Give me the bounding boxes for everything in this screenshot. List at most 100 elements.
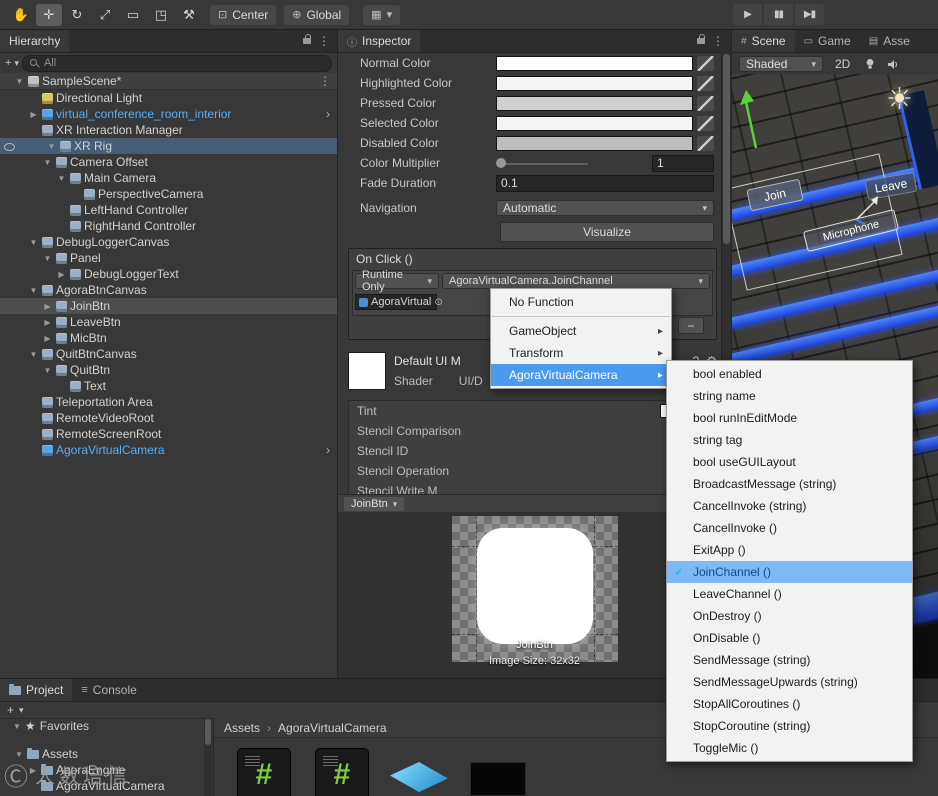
hierarchy-row[interactable]: RightHand Controller	[0, 218, 337, 234]
tab-console[interactable]: ≡ Console	[72, 679, 145, 701]
foldout-arrow-icon[interactable]: ▼	[42, 366, 53, 375]
submenu-item[interactable]: ✓ StopCoroutine (string)	[667, 715, 912, 737]
submenu-item[interactable]: ✓ SendMessageUpwards (string)	[667, 671, 912, 693]
submenu-item[interactable]: ✓ OnDestroy ()	[667, 605, 912, 627]
breadcrumb-root[interactable]: Assets	[224, 721, 260, 735]
hierarchy-row[interactable]: PerspectiveCamera	[0, 186, 337, 202]
foldout-arrow-icon[interactable]: ▶	[42, 318, 53, 327]
tool-button[interactable]: ◳	[148, 4, 174, 26]
submenu-item[interactable]: ✓ bool runInEditMode	[667, 407, 912, 429]
foldout-arrow-icon[interactable]: ▼	[42, 254, 53, 263]
submenu-item[interactable]: ✓ BroadcastMessage (string)	[667, 473, 912, 495]
remove-event-button[interactable]: −	[678, 317, 704, 334]
tool-button[interactable]: ⚒	[176, 4, 202, 26]
hierarchy-row[interactable]: ▼ XR Rig	[0, 138, 337, 154]
submenu-item[interactable]: ✓ LeaveChannel ()	[667, 583, 912, 605]
slider[interactable]	[496, 156, 648, 171]
foldout-arrow-icon[interactable]: ▼	[28, 286, 39, 295]
step-button[interactable]: ▶▮	[795, 4, 824, 25]
menu-item[interactable]: GameObject	[491, 320, 671, 342]
event-function-dropdown[interactable]: AgoraVirtualCamera.JoinChannel ▾	[442, 273, 710, 289]
hierarchy-row[interactable]: XR Interaction Manager	[0, 122, 337, 138]
play-button[interactable]: ▶	[733, 4, 762, 25]
asset-item[interactable]: #	[310, 746, 374, 796]
foldout-arrow-icon[interactable]: ▼	[28, 350, 39, 359]
hierarchy-row[interactable]: ▼ QuitBtn	[0, 362, 337, 378]
hierarchy-row[interactable]: ▶ virtual_conference_room_interior ›	[0, 106, 337, 122]
pause-button[interactable]: ▮▮	[764, 4, 793, 25]
tool-button[interactable]: ▭	[120, 4, 146, 26]
hierarchy-row[interactable]: ▼ Panel	[0, 250, 337, 266]
event-target-object-field[interactable]: AgoraVirtual ⊙	[355, 294, 443, 310]
submenu-item[interactable]: ✓ CancelInvoke (string)	[667, 495, 912, 517]
folder-row[interactable]: ▼ Assets	[0, 746, 205, 762]
submenu-item[interactable]: ✓ bool useGUILayout	[667, 451, 912, 473]
hierarchy-row[interactable]: LeftHand Controller	[0, 202, 337, 218]
color-swatch[interactable]	[496, 95, 693, 111]
tool-button[interactable]: ↻	[64, 4, 90, 26]
color-swatch[interactable]	[496, 75, 693, 91]
tool-button[interactable]: ✋	[8, 4, 34, 26]
text-input[interactable]: 0.1	[496, 174, 714, 192]
grid-snapping-button[interactable]: ▦ ▾	[363, 4, 401, 25]
menu-item[interactable]: AgoraVirtualCamera	[491, 364, 671, 386]
hierarchy-row[interactable]: ▼ Main Camera	[0, 170, 337, 186]
directional-light-gizmo-icon[interactable]: ☀	[886, 82, 913, 117]
menu-item-no-function[interactable]: No Function	[491, 291, 671, 313]
hierarchy-row[interactable]: Text	[0, 378, 337, 394]
tab-asset-store[interactable]: ▤ Asse	[860, 30, 919, 52]
folder-row[interactable]: AgoraVirtualCamera	[0, 778, 205, 794]
audio-toggle-button[interactable]	[885, 56, 901, 72]
hierarchy-row[interactable]: ▼ QuitBtnCanvas	[0, 346, 337, 362]
hierarchy-row[interactable]: ▼ SampleScene*	[0, 73, 337, 90]
hierarchy-row[interactable]: RemoteScreenRoot	[0, 426, 337, 442]
material-thumbnail[interactable]	[348, 352, 386, 390]
tool-button[interactable]: ✛	[36, 3, 62, 26]
hierarchy-row[interactable]: ▶ LeaveBtn	[0, 314, 337, 330]
hierarchy-row[interactable]: Teleportation Area	[0, 394, 337, 410]
hierarchy-search-input[interactable]: All	[21, 54, 332, 72]
chevron-down-icon[interactable]: ▾	[14, 58, 19, 69]
tab-scene[interactable]: # Scene	[732, 30, 795, 52]
submenu-item[interactable]: ✓ ExitApp ()	[667, 539, 912, 561]
submenu-item[interactable]: ✓ StopAllCoroutines ()	[667, 693, 912, 715]
submenu-item[interactable]: ✓ string name	[667, 385, 912, 407]
space-toggle-button[interactable]: ⊕ Global	[284, 4, 350, 25]
add-gameobject-button[interactable]: +	[5, 57, 11, 69]
scrollbar-thumb[interactable]	[723, 54, 730, 244]
foldout-arrow-icon[interactable]: ▼	[56, 174, 67, 183]
hierarchy-row[interactable]: ▶ JoinBtn	[0, 298, 337, 314]
object-picker-icon[interactable]: ⊙	[434, 297, 442, 308]
visualize-button[interactable]: Visualize	[500, 222, 714, 242]
project-tree-scrollbar[interactable]	[204, 718, 212, 796]
favorites-section[interactable]: ▼ ★ Favorites	[0, 718, 205, 734]
foldout-arrow-icon[interactable]: ▼	[46, 142, 57, 151]
preview-object-dropdown[interactable]: JoinBtn ▾	[344, 497, 405, 511]
prefab-open-arrow-icon[interactable]: ›	[326, 107, 330, 121]
eyedropper-icon[interactable]	[697, 135, 714, 151]
y-axis-gizmo-arrow[interactable]	[738, 88, 768, 152]
foldout-arrow-icon[interactable]: ▼	[14, 750, 24, 759]
submenu-item[interactable]: ✓ SendMessage (string)	[667, 649, 912, 671]
submenu-item[interactable]: ✓ string tag	[667, 429, 912, 451]
submenu-item[interactable]: ✓ ToggleMic ()	[667, 737, 912, 759]
pivot-toggle-button[interactable]: ⊡ Center	[210, 4, 277, 25]
foldout-arrow-icon[interactable]: ▶	[42, 302, 53, 311]
hierarchy-row[interactable]: ▼ DebugLoggerCanvas	[0, 234, 337, 250]
submenu-item[interactable]: ✓ JoinChannel ()	[667, 561, 912, 583]
hierarchy-row[interactable]: Directional Light	[0, 90, 337, 106]
asset-item[interactable]	[388, 746, 452, 796]
color-swatch[interactable]	[496, 115, 693, 131]
foldout-arrow-icon[interactable]: ▶	[28, 766, 38, 775]
asset-item[interactable]	[466, 746, 530, 796]
2d-toggle-button[interactable]: 2D	[830, 56, 855, 72]
tab-hierarchy[interactable]: Hierarchy	[0, 30, 70, 52]
foldout-arrow-icon[interactable]: ▼	[13, 722, 21, 731]
eyedropper-icon[interactable]	[697, 115, 714, 131]
submenu-item[interactable]: ✓ OnDisable ()	[667, 627, 912, 649]
move-gizmo[interactable]	[850, 190, 886, 226]
lock-icon[interactable]	[303, 34, 311, 44]
tab-project[interactable]: Project	[0, 679, 73, 701]
number-input[interactable]: 1	[652, 154, 714, 172]
prefab-open-arrow-icon[interactable]: ›	[326, 443, 330, 457]
